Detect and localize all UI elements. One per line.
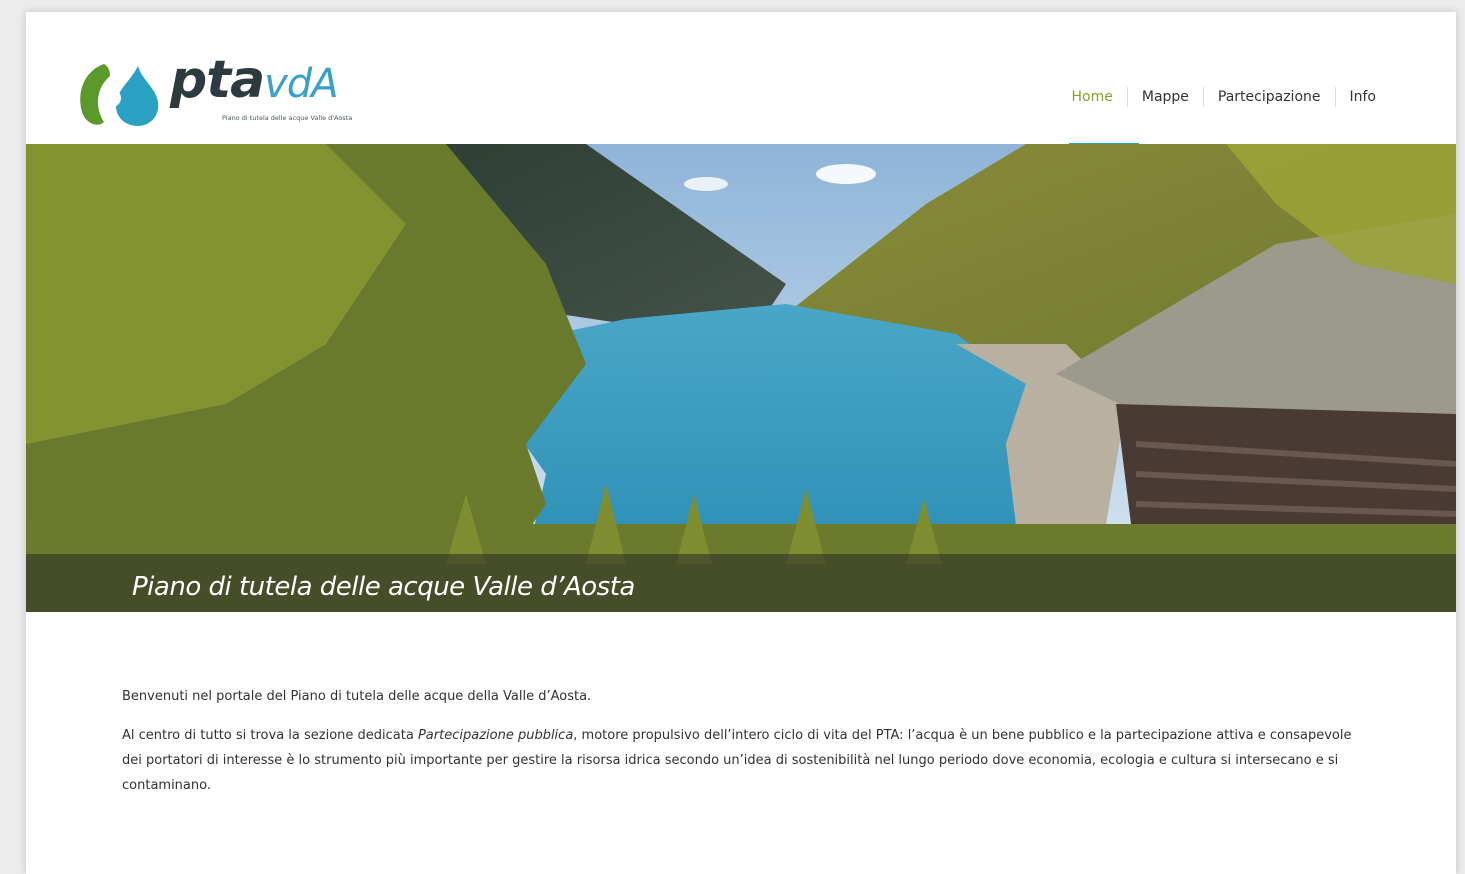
nav-item-partecipazione[interactable]: Partecipazione [1202, 87, 1335, 107]
hero-caption: Piano di tutela delle acque Valle d’Aost… [132, 572, 635, 602]
intro-paragraph: Benvenuti nel portale del Piano di tutel… [122, 689, 592, 704]
main-content: Benvenuti nel portale del Piano di tutel… [122, 684, 1372, 812]
nav-item-info[interactable]: Info [1334, 87, 1391, 107]
hero-banner: Piano di tutela delle acque Valle d’Aost… [26, 144, 1456, 612]
main-nav: Home Mappe Partecipazione Info [1058, 87, 1390, 107]
logo-tagline: Piano di tutela delle acque Valle d'Aost… [222, 114, 353, 122]
body-emphasis-link: Partecipazione pubblica [417, 728, 574, 743]
page: ptavdA Piano di tutela delle acque Valle… [26, 12, 1456, 874]
site-header: ptavdA Piano di tutela delle acque Valle… [26, 12, 1456, 146]
logo-wordmark: ptavdA [170, 50, 339, 110]
hero-landscape-image [26, 144, 1456, 612]
nav-item-home[interactable]: Home [1058, 87, 1127, 107]
body-text-before: Al centro di tutto si trova la sezione d… [122, 728, 418, 743]
body-paragraph: Al centro di tutto si trova la sezione d… [122, 723, 1372, 798]
logo-drop-icon [80, 64, 159, 126]
nav-item-mappe[interactable]: Mappe [1126, 87, 1203, 107]
site-logo[interactable]: ptavdA Piano di tutela delle acque Valle… [76, 50, 376, 130]
